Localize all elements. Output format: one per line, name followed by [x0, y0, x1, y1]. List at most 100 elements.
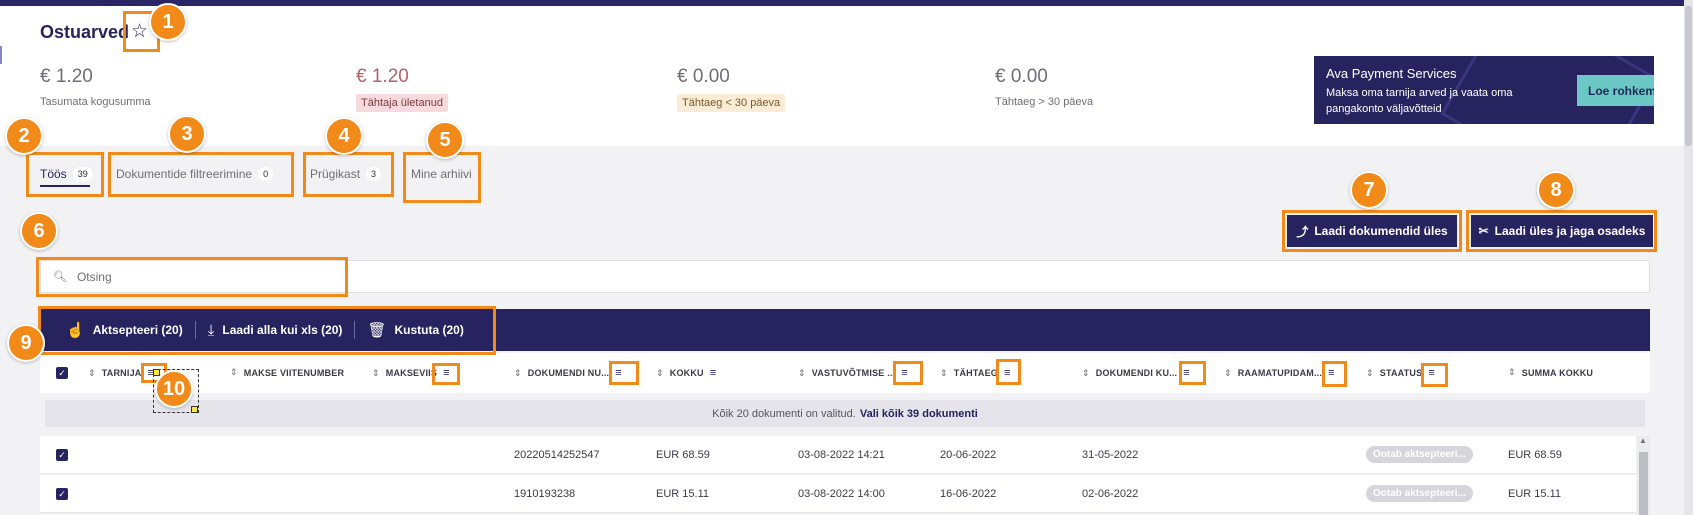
annotation-box-10-received-filter [893, 361, 923, 385]
annotation-box-10-status-filter [1421, 363, 1448, 387]
column-label: VASTUVÕTMISE ... [811, 368, 896, 378]
cell-due-date: 20-06-2022 [940, 449, 997, 461]
sort-icon[interactable]: ⇕ [88, 368, 96, 379]
left-edge-marker [0, 46, 2, 64]
annotation-box-2 [26, 152, 104, 197]
annotation-badge-1: 1 [149, 3, 187, 41]
annotation-box-10-document-number-filter [609, 361, 639, 385]
table-scrollbar[interactable]: ▲ [1637, 436, 1650, 515]
cell-document-number: 20220514252547 [514, 449, 600, 461]
sort-icon[interactable]: ⇕ [656, 368, 664, 379]
annotation-box-8 [1466, 210, 1657, 252]
stat-value: € 1.20 [356, 66, 409, 87]
sort-icon[interactable]: ⇕ [372, 368, 380, 379]
selection-notice: Kõik 20 dokumenti on valitud. Vali kõik … [45, 400, 1645, 427]
banner-text: Maksa oma tarnija arved ja vaata oma pan… [1326, 87, 1513, 115]
status-badge-due-soon: Tähtaeg < 30 päeva [677, 94, 786, 112]
column-header-accounting[interactable]: ⇕ RAAMATUPIDAM... ≡ [1224, 367, 1335, 379]
column-label: SUMMA KOKKU [1521, 367, 1594, 378]
annotation-badge-6: 6 [20, 212, 58, 250]
scroll-up-arrow-icon[interactable]: ▲ [1639, 436, 1647, 445]
table-header: ✓ ⇕ TARNIJA ≡ ⇕ MAKSE VIITENUMBER ⇕ MAKS… [40, 353, 1650, 393]
column-label: DOKUMENDI NU... [527, 368, 610, 378]
filter-icon[interactable]: ≡ [710, 367, 717, 379]
annotation-box-10-document-date-filter [1179, 361, 1206, 385]
row-checkbox[interactable]: ✓ [56, 488, 68, 500]
annotation-box-9 [38, 306, 496, 355]
selection-handle[interactable] [191, 406, 198, 413]
stat-label: Tasumata kogusumma [40, 96, 151, 108]
annotation-box-3 [108, 152, 294, 197]
cell-received: 03-08-2022 14:21 [798, 449, 885, 461]
selection-notice-text: Kõik 20 dokumenti on valitud. [712, 407, 856, 420]
payment-services-banner: Ava Payment Services Maksa oma tarnija a… [1314, 56, 1654, 124]
stat-unpaid-total: € 1.20 Tasumata kogusumma [40, 66, 151, 108]
annotation-badge-2: 2 [5, 117, 43, 155]
column-label: MAKSE VIITENUMBER [243, 367, 345, 378]
column-label: TARNIJA [101, 368, 142, 378]
annotation-badge-3: 3 [168, 115, 206, 153]
status-badge-overdue: Tähtaja ületanud [356, 94, 448, 112]
column-label: TÄHTAEG [953, 368, 998, 378]
page-title: Ostuarved [40, 22, 130, 42]
status-badge: Ootab aktsepteeri... [1366, 485, 1473, 502]
cell-total: EUR 68.59 [656, 449, 710, 461]
status-badge: Ootab aktsepteeri... [1366, 446, 1473, 463]
column-header-received[interactable]: ⇕ VASTUVÕTMISE ... ≡ [798, 367, 908, 379]
stat-value: € 0.00 [995, 66, 1048, 87]
annotation-box-10-accounting-filter [1322, 361, 1347, 387]
sort-icon[interactable]: ⇕ [1082, 368, 1090, 379]
annotation-badge-10: 10 [155, 370, 193, 408]
page-scrollbar[interactable] [1684, 0, 1693, 515]
cell-total: EUR 15.11 [656, 488, 709, 500]
column-label: RAAMATUPIDAM... [1237, 368, 1323, 378]
page-scrollbar-thumb[interactable] [1685, 6, 1692, 146]
annotation-box-5 [403, 152, 481, 203]
column-label: STAATUS [1379, 368, 1423, 378]
annotation-box-10-payment-method-filter [432, 363, 460, 385]
selection-handle[interactable] [153, 369, 160, 376]
column-header-sum-total[interactable]: ⇕ SUMMA KOKKU [1508, 367, 1593, 378]
annotation-box-7 [1282, 210, 1462, 252]
column-header-document-date[interactable]: ⇕ DOKUMENDI KU... ≡ [1082, 367, 1190, 379]
select-all-checkbox[interactable]: ✓ [56, 367, 68, 379]
stat-value: € 0.00 [677, 66, 730, 87]
sort-icon[interactable]: ⇕ [514, 368, 522, 379]
annotation-box-10-due-date-filter [996, 359, 1021, 385]
column-header-document-number[interactable]: ⇕ DOKUMENDI NU... ≡ [514, 367, 622, 379]
stat-label: Tähtaeg > 30 päeva [995, 96, 1094, 108]
sort-icon[interactable]: ⇕ [230, 367, 238, 378]
column-label: DOKUMENDI KU... [1095, 368, 1178, 378]
select-all-link[interactable]: Vali kõik 39 dokumenti [860, 408, 978, 420]
annotation-box-6 [36, 257, 348, 297]
cell-document-date: 02-06-2022 [1082, 488, 1139, 500]
stat-value: € 1.20 [40, 66, 93, 87]
cell-document-number: 1910193238 [514, 488, 576, 500]
sort-icon[interactable]: ⇕ [1366, 368, 1374, 379]
annotation-badge-5: 5 [426, 121, 464, 159]
column-header-total[interactable]: ⇕ KOKKU ≡ [656, 367, 716, 379]
cell-document-date: 31-05-2022 [1082, 449, 1139, 461]
stat-due-under-30: € 0.00 Tähtaeg < 30 päeva [677, 66, 786, 112]
column-label: KOKKU [669, 368, 704, 378]
stat-overdue: € 1.20 Tähtaja ületanud [356, 66, 448, 112]
annotation-box-4 [303, 152, 394, 197]
row-checkbox[interactable]: ✓ [56, 449, 68, 461]
read-more-button[interactable]: Loe rohkem [1577, 75, 1654, 106]
cell-sum-total: EUR 68.59 [1508, 449, 1562, 461]
cell-received: 03-08-2022 14:00 [798, 488, 885, 500]
sort-icon[interactable]: ⇕ [940, 368, 948, 379]
sort-icon[interactable]: ⇕ [798, 368, 806, 379]
annotation-badge-7: 7 [1350, 171, 1388, 209]
sort-icon[interactable]: ⇕ [1508, 367, 1516, 378]
banner-title: Ava Payment Services [1326, 66, 1457, 81]
cell-due-date: 16-06-2022 [940, 488, 997, 500]
stat-due-over-30: € 0.00 Tähtaeg > 30 päeva [995, 66, 1093, 108]
column-header-payment-reference[interactable]: ⇕ MAKSE VIITENUMBER [230, 367, 344, 378]
annotation-badge-4: 4 [325, 117, 363, 155]
table-row[interactable]: ✓ 20220514252547 EUR 68.59 03-08-2022 14… [40, 436, 1636, 474]
table-row[interactable]: ✓ 1910193238 EUR 15.11 03-08-2022 14:00 … [40, 475, 1636, 513]
cell-sum-total: EUR 15.11 [1508, 488, 1561, 500]
table-scrollbar-thumb[interactable] [1639, 452, 1648, 515]
sort-icon[interactable]: ⇕ [1224, 368, 1232, 379]
